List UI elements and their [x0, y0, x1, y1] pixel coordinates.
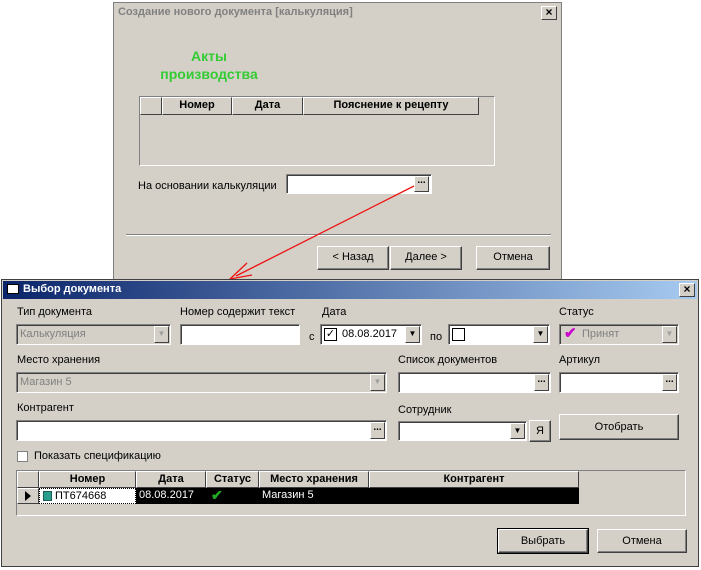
- results-grid-col-status[interactable]: Статус: [206, 471, 259, 488]
- counterparty-browse-button[interactable]: ...: [370, 422, 385, 439]
- chevron-down-icon[interactable]: ▼: [510, 423, 525, 439]
- storage-value: Магазин 5: [20, 376, 72, 388]
- row-pointer-icon: [25, 491, 31, 501]
- dialog-titlebar: Выбор документа: [3, 281, 697, 299]
- article-input[interactable]: ...: [559, 372, 679, 393]
- doc-type-label: Тип документа: [17, 306, 93, 318]
- results-grid-col-number[interactable]: Номер: [39, 471, 136, 488]
- chevron-down-icon[interactable]: ▼: [533, 326, 548, 343]
- doc-list-input[interactable]: ...: [398, 372, 551, 393]
- number-contains-input[interactable]: [180, 324, 300, 345]
- row-status-cell[interactable]: ✔: [206, 488, 259, 504]
- status-select[interactable]: ✔ Принят ▼: [559, 324, 679, 345]
- row-number-cell[interactable]: ПТ674668: [39, 488, 136, 504]
- employee-select[interactable]: ▼: [398, 421, 527, 441]
- dialog-title: Выбор документа: [23, 283, 122, 295]
- filter-button[interactable]: Отобрать: [559, 414, 679, 440]
- chevron-down-icon[interactable]: ▼: [370, 374, 385, 391]
- date-to-picker[interactable]: ▼: [448, 324, 550, 345]
- document-icon: [43, 491, 52, 501]
- date-to-checkbox[interactable]: [452, 328, 465, 341]
- date-label: Дата: [322, 306, 347, 318]
- row-counterparty[interactable]: [369, 488, 579, 504]
- chevron-down-icon[interactable]: ▼: [154, 326, 169, 343]
- check-icon: ✔: [211, 487, 223, 503]
- results-grid[interactable]: Номер Дата Статус Место хранения Контраг…: [16, 470, 686, 516]
- date-from-checkbox[interactable]: ✓: [324, 328, 337, 341]
- doc-list-label: Список документов: [398, 354, 498, 366]
- show-spec-label: Показать спецификацию: [34, 450, 161, 462]
- show-spec-checkbox[interactable]: [17, 451, 28, 462]
- counterparty-label: Контрагент: [17, 402, 74, 414]
- results-grid-col-date[interactable]: Дата: [136, 471, 206, 488]
- results-grid-col-indicator[interactable]: [17, 471, 39, 488]
- doc-list-browse-button[interactable]: ...: [534, 374, 549, 391]
- table-row[interactable]: ПТ674668 08.08.2017 ✔ Магазин 5: [17, 488, 579, 504]
- results-grid-col-counterparty[interactable]: Контрагент: [369, 471, 579, 488]
- row-storage[interactable]: Магазин 5: [259, 488, 369, 504]
- status-label: Статус: [559, 306, 594, 318]
- dialog-close-button[interactable]: ×: [679, 283, 695, 297]
- date-to-prefix: по: [430, 331, 443, 343]
- storage-select[interactable]: Магазин 5 ▼: [16, 372, 387, 393]
- date-from-picker[interactable]: ✓ 08.08.2017 ▼: [320, 324, 422, 345]
- date-from-value: 08.08.2017: [342, 328, 398, 340]
- dialog-app-icon: [7, 284, 19, 294]
- article-label: Артикул: [559, 354, 601, 366]
- counterparty-input[interactable]: ...: [16, 420, 387, 441]
- status-value: Принят: [582, 328, 620, 340]
- article-browse-button[interactable]: ...: [662, 374, 677, 391]
- doc-type-value: Калькуляция: [20, 328, 86, 340]
- chevron-down-icon[interactable]: ▼: [662, 326, 677, 343]
- dialog-cancel-button[interactable]: Отмена: [597, 529, 687, 553]
- select-document-dialog: Выбор документа × Тип документа Номер со…: [1, 279, 699, 567]
- employee-label: Сотрудник: [398, 404, 452, 416]
- select-button[interactable]: Выбрать: [497, 528, 589, 554]
- doc-type-select[interactable]: Калькуляция ▼: [16, 324, 171, 345]
- date-from-prefix: с: [309, 331, 315, 343]
- results-grid-col-storage[interactable]: Место хранения: [259, 471, 369, 488]
- employee-me-button[interactable]: Я: [529, 420, 551, 442]
- chevron-down-icon[interactable]: ▼: [405, 326, 420, 343]
- number-contains-label: Номер содержит текст: [180, 306, 296, 318]
- check-icon: ✔: [564, 325, 577, 342]
- row-indicator: [17, 488, 39, 504]
- row-date[interactable]: 08.08.2017: [136, 488, 206, 504]
- row-number: ПТ674668: [55, 490, 107, 502]
- storage-label: Место хранения: [17, 354, 101, 366]
